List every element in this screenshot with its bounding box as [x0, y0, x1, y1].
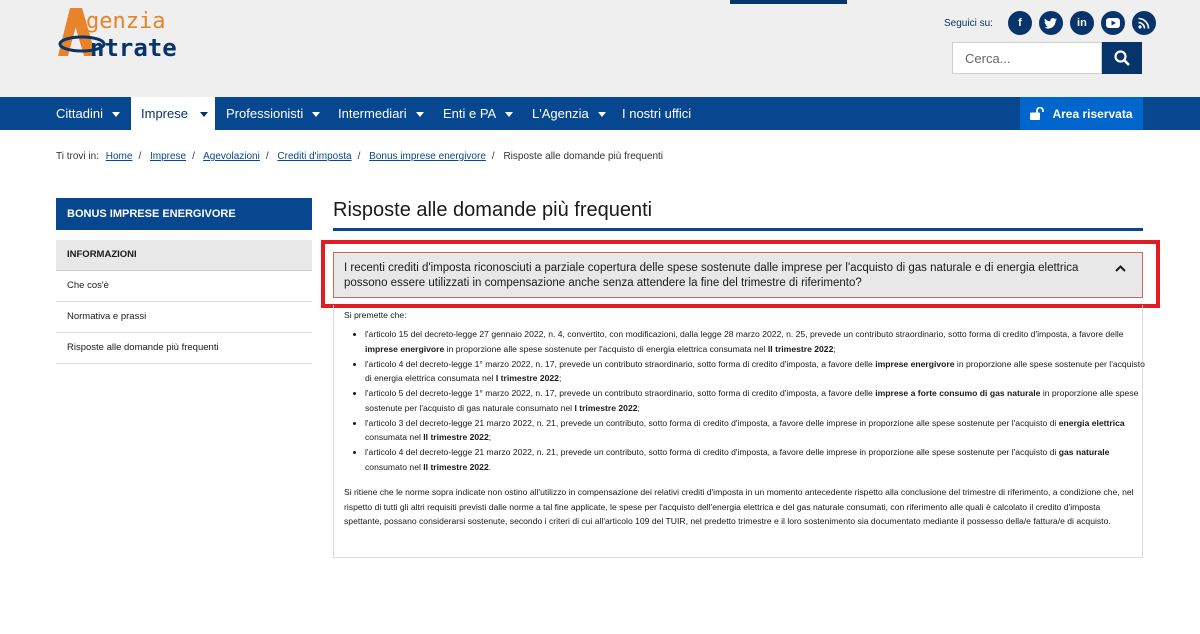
nav-label: Professionisti [226, 106, 304, 121]
chevron-down-icon [312, 112, 321, 118]
nav-label: Intermediari [338, 106, 407, 121]
chevron-down-icon [415, 112, 424, 118]
nav-agenzia[interactable]: L'Agenzia [532, 97, 606, 130]
social-label: Seguici su: [944, 17, 993, 29]
nav-professionisti[interactable]: Professionisti [226, 97, 321, 130]
list-item: l'articolo 4 del decreto-legge 1° marzo … [365, 357, 1153, 386]
page-title: Risposte alle domande più frequenti [333, 199, 653, 221]
main-nav: Cittadini Imprese Professionisti Interme… [0, 97, 1200, 130]
breadcrumb-prefix: Ti trovi in: [56, 151, 99, 162]
sidebar-section-informazioni[interactable]: INFORMAZIONI [56, 240, 312, 271]
nav-uffici[interactable]: I nostri uffici [622, 97, 691, 130]
unlock-icon [1030, 107, 1045, 120]
nav-enti-pa[interactable]: Enti e PA [443, 97, 514, 130]
search-icon [1114, 50, 1130, 66]
facebook-icon[interactable]: f [1007, 11, 1032, 35]
chevron-down-icon [199, 112, 208, 118]
youtube-icon[interactable] [1100, 11, 1125, 35]
list-item: l'articolo 15 del decreto-legge 27 genna… [365, 327, 1153, 356]
nav-cittadini[interactable]: Cittadini [56, 97, 120, 130]
social-links: Seguici su: f in [944, 11, 1156, 35]
sidebar-item-che-cose[interactable]: Che cos'è [56, 271, 312, 302]
nav-intermediari[interactable]: Intermediari [338, 97, 424, 130]
sidebar-title[interactable]: BONUS IMPRESE ENERGIVORE [56, 198, 312, 230]
breadcrumb-current: Risposte alle domande più frequenti [503, 151, 663, 162]
sidebar-item-faq[interactable]: Risposte alle domande più frequenti [56, 333, 312, 364]
breadcrumb-link-home[interactable]: Home [106, 151, 133, 162]
breadcrumb-link-agevolazioni[interactable]: Agevolazioni [203, 151, 260, 162]
nav-label: Enti e PA [443, 106, 497, 121]
search-button[interactable] [1102, 42, 1142, 74]
answer-list: l'articolo 15 del decreto-legge 27 genna… [344, 327, 1153, 475]
agenzia-entrate-logo[interactable]: genzia ntrate [56, 4, 256, 64]
answer-paragraph: Si ritiene che le norme sopra indicate n… [344, 487, 1134, 526]
title-divider [333, 228, 1143, 231]
faq-question-toggle[interactable]: I recenti crediti d'imposta riconosciuti… [333, 252, 1143, 298]
area-riservata-button[interactable]: Area riservata [1020, 97, 1143, 130]
search-box [952, 42, 1142, 74]
nav-label: I nostri uffici [622, 106, 692, 121]
answer-intro: Si premette che: [344, 310, 407, 320]
breadcrumb-link-imprese[interactable]: Imprese [150, 151, 186, 162]
sidebar: BONUS IMPRESE ENERGIVORE INFORMAZIONI Ch… [56, 198, 312, 364]
chevron-up-icon [1115, 265, 1126, 272]
sidebar-item-normativa[interactable]: Normativa e prassi [56, 302, 312, 333]
nav-label: L'Agenzia [532, 106, 589, 121]
rss-icon[interactable] [1131, 11, 1156, 35]
search-input[interactable] [952, 42, 1102, 74]
list-item: l'articolo 4 del decreto-legge 21 marzo … [365, 445, 1153, 474]
linkedin-icon[interactable]: in [1069, 11, 1094, 35]
logo-line1: genzia [86, 9, 165, 34]
nav-label: Cittadini [56, 106, 103, 121]
faq-answer: Si premette che: l'articolo 15 del decre… [333, 305, 1145, 558]
faq-question-text: I recenti crediti d'imposta riconosciuti… [344, 262, 1079, 289]
list-item: l'articolo 5 del decreto-legge 1° marzo … [365, 386, 1153, 415]
logo-line2: ntrate [90, 34, 177, 62]
twitter-icon[interactable] [1038, 11, 1063, 35]
top-accent-bar [730, 0, 847, 4]
chevron-down-icon [111, 112, 120, 118]
nav-imprese[interactable]: Imprese [131, 97, 215, 130]
chevron-down-icon [505, 112, 514, 118]
chevron-down-icon [597, 112, 606, 118]
list-item: l'articolo 3 del decreto-legge 21 marzo … [365, 416, 1153, 445]
breadcrumb: Ti trovi in: Home / Imprese / Agevolazioni… [56, 151, 663, 162]
breadcrumb-link-bonus[interactable]: Bonus imprese energivore [369, 151, 486, 162]
breadcrumb-link-crediti[interactable]: Crediti d'imposta [277, 151, 351, 162]
area-riservata-label: Area riservata [1052, 106, 1133, 121]
nav-label: Imprese [141, 106, 188, 121]
